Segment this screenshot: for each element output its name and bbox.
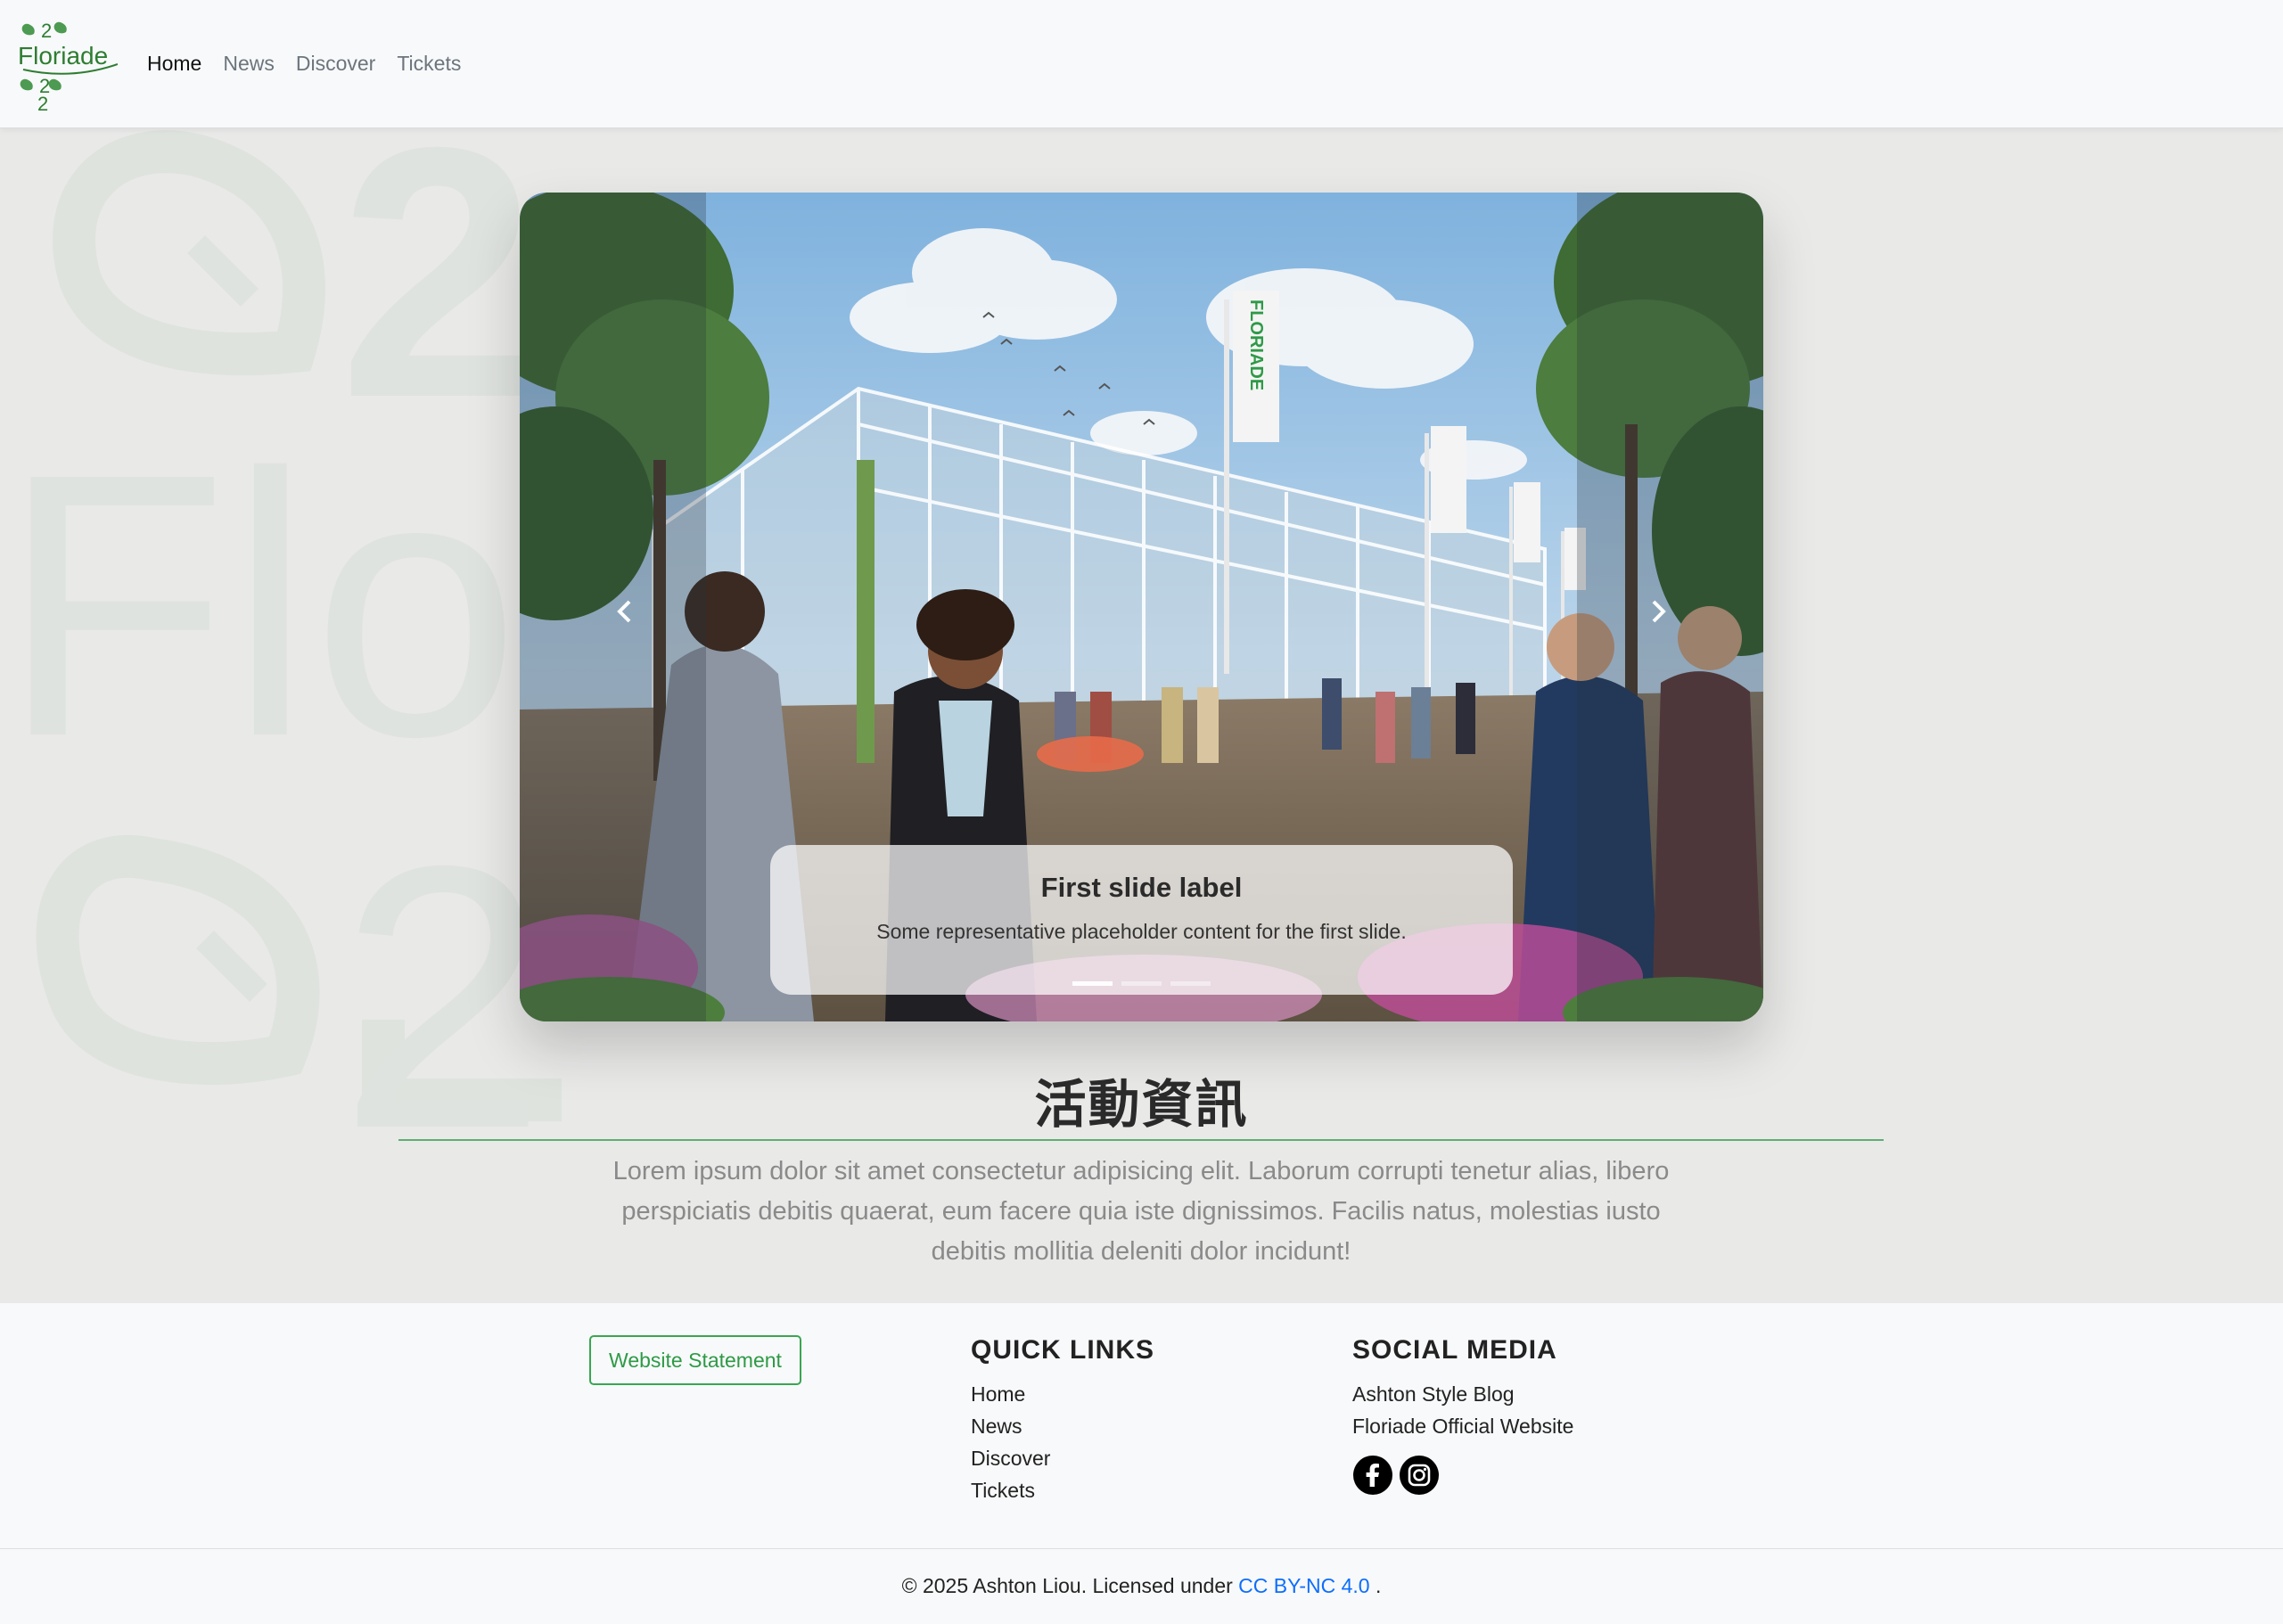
footer-link-ashton-blog[interactable]: Ashton Style Blog [1352,1378,1573,1410]
svg-text:2: 2 [41,20,52,42]
section-title: 活動資訊 [1034,1074,1249,1135]
facebook-icon[interactable] [1352,1455,1393,1496]
footer-link-discover[interactable]: Discover [971,1442,1154,1474]
svg-text:2: 2 [37,93,48,111]
section-body: Lorem ipsum dolor sit amet consectetur a… [612,1157,1670,1266]
footer-link-news[interactable]: News [971,1410,1154,1442]
license-link[interactable]: CC BY-NC 4.0 [1238,1574,1369,1597]
quick-links-column: QUICK LINKS Home News Discover Tickets [971,1335,1154,1506]
slide-text: Some representative placeholder content … [876,920,1407,943]
svg-text:Flo: Flo [0,397,520,815]
svg-text:2: 2 [339,789,547,1207]
slide-title: First slide label [1040,872,1243,903]
nav-news[interactable]: News [223,52,275,76]
nav-home[interactable]: Home [147,52,201,76]
top-navbar: 2 Floriade 2 2 Home News Discover Ticket… [0,0,2283,128]
carousel-indicator-2[interactable] [1121,981,1162,986]
carousel-prev-button[interactable] [598,585,652,638]
copyright-suffix: . [1376,1574,1382,1597]
svg-text:Floriade: Floriade [18,42,108,70]
instagram-icon[interactable] [1399,1455,1440,1496]
social-media-heading: SOCIAL MEDIA [1352,1335,1557,1365]
nav-discover[interactable]: Discover [296,52,375,76]
nav-menu: Home News Discover Tickets [147,52,461,76]
social-icons [1352,1455,1573,1496]
carousel-next-button[interactable] [1631,585,1685,638]
copyright-prefix: © 2025 Ashton Liou. Licensed under [901,1574,1233,1597]
svg-text:FLORIADE: FLORIADE [1246,299,1266,390]
slide-caption: First slide label Some representative pl… [770,845,1513,995]
footer-link-home[interactable]: Home [971,1378,1154,1410]
chevron-right-icon [1652,600,1666,623]
hero-carousel: FLORIADE First slide label Some represen… [520,193,1763,1021]
nav-tickets[interactable]: Tickets [397,52,461,76]
quick-links-heading: QUICK LINKS [971,1335,1154,1365]
section-divider [398,1139,1884,1141]
footer: Website Statement QUICK LINKS Home News … [0,1303,2283,1549]
footer-link-tickets[interactable]: Tickets [971,1474,1154,1506]
social-media-column: SOCIAL MEDIA Ashton Style Blog Floriade … [1352,1335,1573,1496]
website-statement-button[interactable]: Website Statement [589,1335,801,1385]
carousel-indicators [520,981,1763,986]
footer-link-floriade-official[interactable]: Floriade Official Website [1352,1410,1573,1442]
chevron-left-icon [617,600,631,623]
carousel-indicator-3[interactable] [1170,981,1211,986]
copyright-text: © 2025 Ashton Liou. Licensed under CC BY… [0,1574,2283,1598]
floriade-logo[interactable]: 2 Floriade 2 2 [18,18,119,115]
carousel-indicator-1[interactable] [1072,981,1113,986]
